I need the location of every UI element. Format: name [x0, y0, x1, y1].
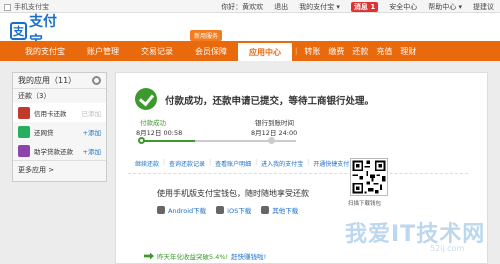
follow-up-links: 继续还款 | 查询还款记录 | 查看账户明细 | 进入我的支付宝 | 开通快捷支付 [135, 159, 349, 168]
android-icon [157, 206, 165, 214]
step-paid-time: 8月12日 00:58 [136, 129, 183, 137]
logout-link[interactable]: 退出 [274, 2, 288, 12]
nav-account-label: 账户管理 [87, 46, 119, 56]
app-item[interactable]: 助学贷款还款 +添加 [13, 141, 106, 160]
site-watermark-url: 52ij.com [430, 244, 465, 253]
messages-badge[interactable]: 消息 1 [350, 2, 379, 12]
nav-transactions-label: 交易记录 [141, 46, 173, 56]
add-app-button[interactable]: +添加 [83, 127, 101, 137]
top-bar: 手机支付宝 你好：黄欢欢 退出 我的支付宝 ▾ 消息 1 安全中心 帮助中心 ▾… [0, 0, 500, 13]
my-apps-title: 我的应用（11） [18, 76, 77, 85]
qr-code [350, 158, 388, 196]
app-added-status: 已添加 [81, 109, 102, 118]
yield-promo: 昨天年化收益突破5.4%! 赶快赚钱啦! [144, 251, 266, 261]
nav-transfer[interactable]: 转账 [300, 41, 324, 61]
repay-section-title: 还款（3） [18, 92, 51, 100]
divider-bar: | [163, 159, 166, 166]
step-paid-label: 付款成功 [140, 119, 166, 127]
greeting: 你好：黄欢欢 [221, 3, 264, 11]
app-item[interactable]: 还网贷 +添加 [13, 122, 106, 141]
ios-download[interactable]: iOS下载 [216, 205, 251, 215]
download-links: Android下载 iOS下载 其他下载 [157, 205, 298, 215]
nav-account[interactable]: 账户管理 [76, 41, 130, 61]
success-headline: 付款成功，还款申请已提交，等待工商银行处理。 [165, 96, 375, 107]
main-nav: 我的支付宝 账户管理 交易记录 新用服务 会员保障 应用中心 | 转账 缴费 还… [0, 30, 500, 61]
app-name: 助学贷款还款 [34, 147, 73, 156]
my-apps-header: 我的应用（11） [13, 73, 106, 89]
arrow-right-icon [144, 252, 154, 260]
repayment-progress: 付款成功 银行到账时间 8月12日 00:58 8月12日 24:00 [128, 117, 338, 155]
nav-wealth[interactable]: 理财 [396, 41, 420, 61]
top-links: 你好：黄欢欢 退出 我的支付宝 ▾ 消息 1 安全中心 帮助中心 ▾ 提建议 [221, 2, 494, 12]
help-center-menu[interactable]: 帮助中心 ▾ [428, 2, 462, 12]
other-download[interactable]: 其他下载 [261, 205, 298, 215]
nav-member[interactable]: 新用服务 会员保障 [184, 30, 238, 61]
nav-pay-bills[interactable]: 缴费 [324, 41, 348, 61]
progress-fill [140, 140, 195, 142]
nav-my-alipay[interactable]: 我的支付宝 [14, 41, 76, 61]
nav-member-label: 会员保障 [195, 46, 227, 56]
quick-pay-link[interactable]: 开通快捷支付 [313, 159, 349, 168]
step-bank-time: 8月12日 24:00 [251, 129, 298, 137]
nav-top-up[interactable]: 充值 [372, 41, 396, 61]
add-app-button[interactable]: +添加 [83, 146, 101, 156]
student-loan-icon [18, 144, 30, 157]
feedback-link[interactable]: 提建议 [473, 2, 494, 12]
my-alipay-link[interactable]: 进入我的支付宝 [261, 159, 303, 168]
step-bank-label: 银行到账时间 [255, 119, 294, 127]
qr-caption: 扫描下载钱包 [348, 201, 382, 207]
alipay-logo[interactable]: 支 支付宝 [10, 14, 68, 50]
my-apps-sidebar: 我的应用（11） 还款（3） 信用卡还款 已添加 还网贷 +添加 助学贷款还款 … [12, 72, 107, 182]
nav-repay[interactable]: 还款 [348, 41, 372, 61]
success-check-icon [135, 88, 157, 110]
step-paid-dot [138, 137, 145, 144]
divider-bar: | [307, 159, 310, 166]
nav-member-tag: 新用服务 [190, 30, 223, 41]
nav-transactions[interactable]: 交易记录 [130, 41, 184, 61]
nav-app-center-label: 应用中心 [249, 47, 281, 57]
app-name: 还网贷 [34, 128, 54, 137]
section-divider [128, 173, 468, 174]
nav-app-center[interactable]: 应用中心 [238, 41, 292, 61]
app-name: 信用卡还款 [34, 109, 67, 118]
promo-link[interactable]: 赶快赚钱啦! [231, 251, 266, 261]
more-apps-link[interactable]: 更多应用 > [13, 160, 106, 178]
security-center-link[interactable]: 安全中心 [389, 2, 417, 12]
phone-icon [4, 3, 11, 11]
wallet-promo-title: 使用手机版支付宝钱包，随时随地享受还款 [157, 189, 309, 198]
account-details-link[interactable]: 查看账户明细 [215, 159, 251, 168]
android-download[interactable]: Android下载 [157, 205, 206, 215]
app-item[interactable]: 信用卡还款 已添加 [13, 103, 106, 122]
nav-separator: | [295, 47, 298, 55]
apple-icon [216, 206, 225, 214]
credit-card-icon [18, 106, 30, 119]
loan-icon [18, 125, 30, 138]
step-bank-dot [268, 137, 275, 144]
my-alipay-menu[interactable]: 我的支付宝 ▾ [299, 2, 340, 12]
repay-history-link[interactable]: 查询还款记录 [169, 159, 205, 168]
phone-icon [261, 206, 270, 214]
gear-icon[interactable] [92, 76, 101, 85]
alipay-logo-icon: 支 [10, 22, 27, 40]
promo-text: 昨天年化收益突破5.4%! [157, 253, 229, 261]
divider-bar: | [255, 159, 258, 166]
nav-my-alipay-label: 我的支付宝 [25, 46, 65, 56]
divider-bar: | [209, 159, 212, 166]
continue-repay-link[interactable]: 继续还款 [135, 159, 159, 168]
